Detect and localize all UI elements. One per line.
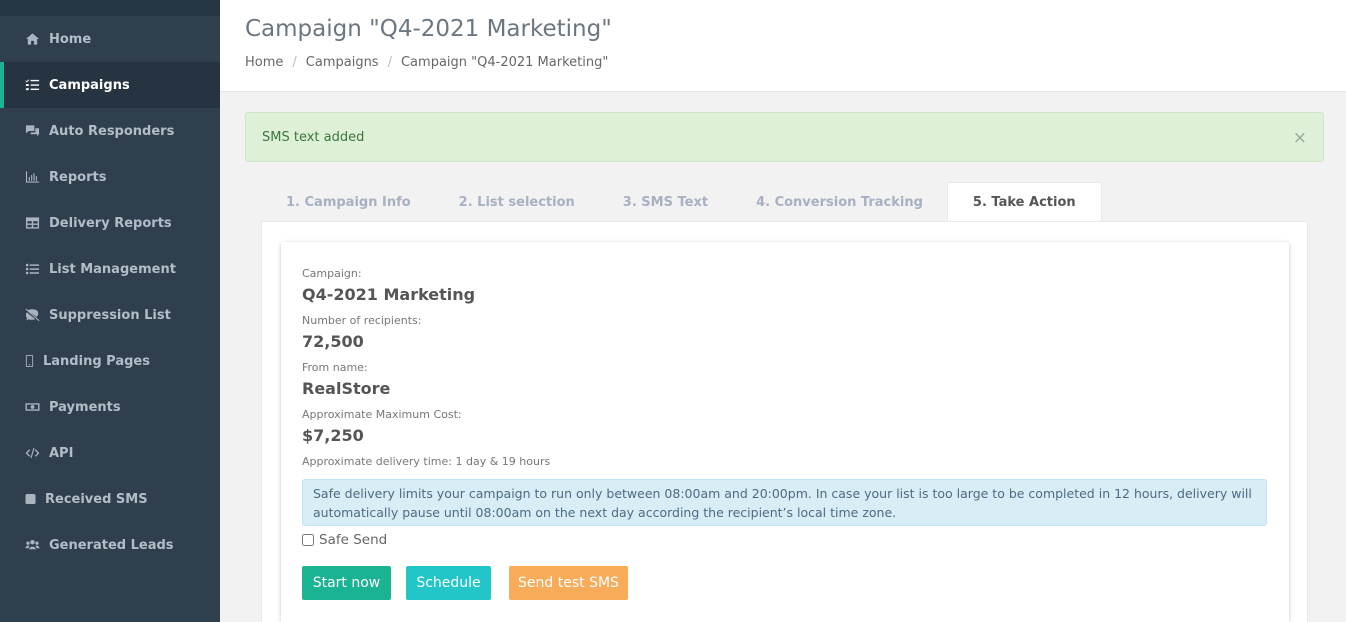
sidebar-item-label: Reports (49, 169, 107, 185)
campaign-summary-card: Campaign: Q4-2021 Marketing Number of re… (281, 242, 1289, 622)
money-bill-icon (24, 400, 40, 414)
sidebar-item-home[interactable]: Home (0, 16, 220, 62)
users-icon (24, 538, 40, 552)
tab-sms-text[interactable]: 3. SMS Text (599, 182, 732, 222)
sidebar-item-label: Delivery Reports (49, 215, 172, 231)
tab-take-action[interactable]: 5. Take Action (946, 182, 1102, 222)
sidebar-item-generated-leads[interactable]: Generated Leads (0, 522, 220, 568)
from-name-value: RealStore (302, 379, 391, 398)
sidebar-item-label: Received SMS (45, 491, 148, 507)
breadcrumb: Home / Campaigns / Campaign "Q4-2021 Mar… (245, 55, 608, 70)
close-icon[interactable]: × (1293, 128, 1307, 148)
breadcrumb-campaigns[interactable]: Campaigns (306, 55, 379, 70)
home-icon (24, 32, 40, 46)
sidebar-item-label: List Management (49, 261, 176, 277)
breadcrumb-home[interactable]: Home (245, 55, 283, 70)
sidebar: Home Campaigns Auto Responders Reports D… (0, 0, 220, 622)
bar-chart-icon (24, 170, 40, 184)
sidebar-item-label: Auto Responders (49, 123, 175, 139)
sidebar-item-api[interactable]: API (0, 430, 220, 476)
page-title: Campaign "Q4-2021 Marketing" (245, 16, 612, 42)
tab-conversion-tracking[interactable]: 4. Conversion Tracking (732, 182, 947, 222)
tab-list-selection[interactable]: 2. List selection (435, 182, 599, 222)
table-icon (24, 216, 40, 230)
tasks-list-icon (24, 78, 40, 92)
sidebar-item-delivery-reports[interactable]: Delivery Reports (0, 200, 220, 246)
sidebar-item-label: Generated Leads (49, 537, 174, 553)
comments-icon (24, 124, 40, 138)
comment-slash-icon (24, 308, 40, 322)
sidebar-item-label: Campaigns (49, 77, 130, 93)
safe-delivery-info: Safe delivery limits your campaign to ru… (302, 479, 1267, 526)
cost-label: Approximate Maximum Cost: (302, 408, 462, 421)
recipients-value: 72,500 (302, 332, 364, 351)
breadcrumb-separator: / (292, 55, 297, 70)
delivery-time: Approximate delivery time: 1 day & 19 ho… (302, 455, 551, 468)
cost-value: $7,250 (302, 426, 364, 445)
sidebar-item-auto-responders[interactable]: Auto Responders (0, 108, 220, 154)
safe-send-label: Safe Send (319, 532, 388, 548)
tab-campaign-info[interactable]: 1. Campaign Info (262, 182, 435, 222)
success-alert: SMS text added × (245, 112, 1324, 162)
alert-message: SMS text added (262, 129, 365, 145)
sidebar-item-received-sms[interactable]: Received SMS (0, 476, 220, 522)
mobile-icon (24, 354, 34, 368)
schedule-button[interactable]: Schedule (406, 566, 491, 600)
page-header: Campaign "Q4-2021 Marketing" Home / Camp… (220, 0, 1346, 92)
wizard-tabs: 1. Campaign Info 2. List selection 3. SM… (262, 182, 1102, 222)
from-name-label: From name: (302, 361, 368, 374)
code-icon (24, 446, 40, 460)
sidebar-item-label: API (49, 445, 74, 461)
campaign-label: Campaign: (302, 267, 362, 280)
breadcrumb-current: Campaign "Q4-2021 Marketing" (400, 55, 609, 70)
safe-send-option[interactable]: Safe Send (302, 532, 387, 548)
send-test-sms-button[interactable]: Send test SMS (509, 566, 628, 600)
sidebar-item-list-management[interactable]: List Management (0, 246, 220, 292)
sidebar-item-landing-pages[interactable]: Landing Pages (0, 338, 220, 384)
sms-icon (24, 492, 36, 506)
sidebar-header (0, 0, 220, 16)
sidebar-item-label: Suppression List (49, 307, 171, 323)
sidebar-item-reports[interactable]: Reports (0, 154, 220, 200)
list-icon (24, 262, 40, 276)
safe-send-checkbox[interactable] (302, 534, 314, 546)
start-now-button[interactable]: Start now (302, 566, 391, 600)
sidebar-item-label: Home (49, 31, 92, 47)
recipients-label: Number of recipients: (302, 314, 422, 327)
sidebar-item-label: Payments (49, 399, 121, 415)
breadcrumb-separator: / (387, 55, 392, 70)
sidebar-item-payments[interactable]: Payments (0, 384, 220, 430)
sidebar-item-suppression-list[interactable]: Suppression List (0, 292, 220, 338)
sidebar-item-campaigns[interactable]: Campaigns (0, 62, 220, 108)
sidebar-item-label: Landing Pages (43, 353, 150, 369)
campaign-value: Q4-2021 Marketing (302, 285, 476, 304)
